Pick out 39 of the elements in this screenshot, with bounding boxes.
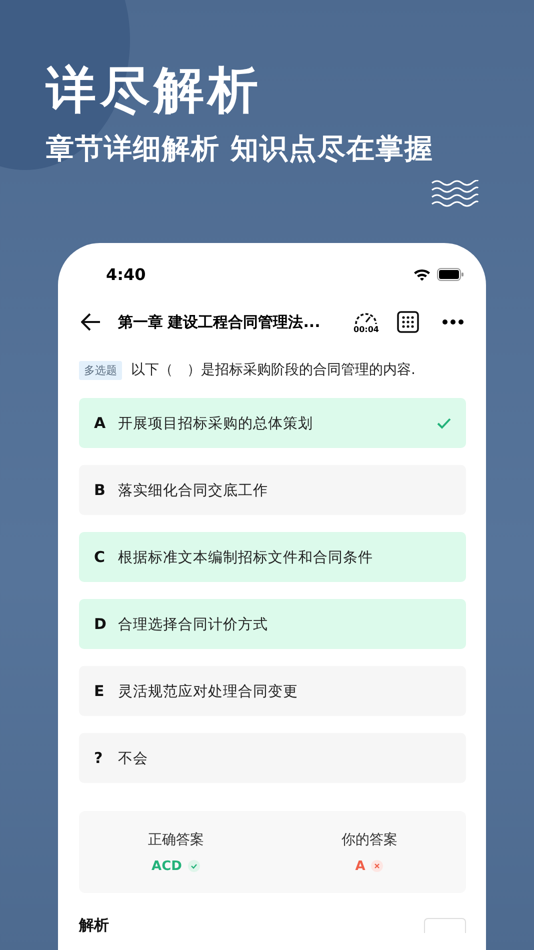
battery-icon [437, 268, 464, 280]
your-answer-label: 你的答案 [341, 830, 398, 848]
status-time: 4:40 [106, 264, 146, 284]
answer-option[interactable]: E 灵活规范应对处理合同变更 [79, 666, 466, 716]
cross-icon [371, 860, 384, 872]
waves-icon [431, 180, 479, 208]
option-text: 开展项目招标采购的总体策划 [118, 414, 314, 432]
option-text: 不会 [118, 750, 149, 768]
option-letter: C [94, 548, 106, 566]
answer-option[interactable]: ? 不会 [79, 733, 466, 783]
grid-icon[interactable] [397, 311, 419, 333]
option-text: 落实细化合同交底工作 [118, 482, 269, 500]
question-text: 以下（ ）是招标采购阶段的合同管理的内容. [131, 361, 416, 379]
correct-answer-label: 正确答案 [148, 830, 204, 848]
answer-option[interactable]: A 开展项目招标采购的总体策划 [79, 398, 466, 448]
option-text: 合理选择合同计价方式 [118, 616, 269, 634]
wifi-icon [413, 268, 431, 280]
subtitle: 章节详细解析 知识点尽在掌握 [46, 131, 435, 167]
option-text: 根据标准文本编制招标文件和合同条件 [118, 548, 374, 566]
check-icon [188, 860, 200, 872]
option-letter: ? [94, 749, 104, 767]
headline: 详尽解析 [46, 60, 263, 121]
option-letter: A [94, 414, 107, 432]
more-icon[interactable] [442, 319, 464, 325]
option-text: 灵活规范应对处理合同变更 [118, 682, 299, 700]
timer-text: 00:04 [354, 324, 379, 334]
answer-option[interactable]: B 落实细化合同交底工作 [79, 465, 466, 515]
option-letter: B [94, 481, 106, 499]
question-type-tag: 多选题 [79, 360, 122, 380]
back-icon[interactable] [81, 313, 101, 331]
option-letter: D [94, 615, 108, 633]
correct-answer-value: ACD [152, 858, 182, 874]
answer-option[interactable]: D 合理选择合同计价方式 [79, 599, 466, 649]
option-letter: E [94, 682, 106, 700]
gauge-icon [354, 310, 378, 324]
chapter-title: 第一章 建设工程合同管理法... [118, 312, 322, 332]
analysis-title: 解析 [79, 916, 109, 935]
answer-option[interactable]: C 根据标准文本编制招标文件和合同条件 [79, 532, 466, 582]
your-answer-value: A [355, 858, 366, 874]
